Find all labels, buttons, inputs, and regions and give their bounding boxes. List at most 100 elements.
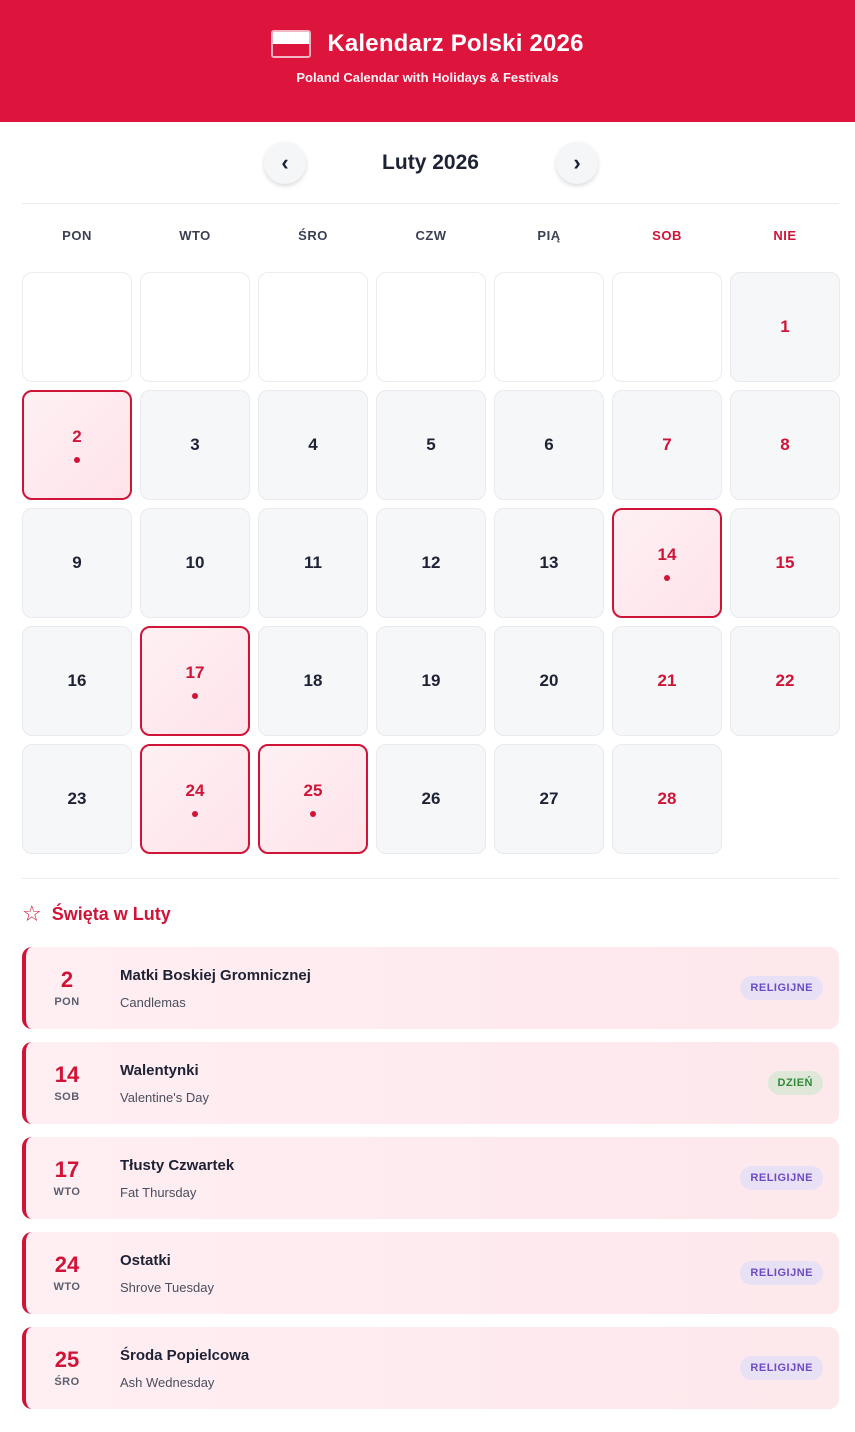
day-cell[interactable]: 9 [22, 508, 132, 618]
holiday-name: Walentynki [120, 1061, 199, 1079]
day-number: 19 [421, 671, 441, 690]
day-cell[interactable]: 7 [612, 390, 722, 500]
day-cell[interactable]: 8 [730, 390, 840, 500]
holiday-category-badge: RELIGIJNE [740, 1261, 823, 1285]
weekday-label: CZW [415, 227, 447, 243]
day-cell[interactable]: 17 [140, 626, 250, 736]
holiday-name: Tłusty Czwartek [120, 1156, 235, 1174]
holiday-category-badge: RELIGIJNE [740, 1356, 823, 1380]
holiday-text: Tłusty Czwartek Fat Thursday [96, 1157, 740, 1200]
holiday-dot-icon [664, 575, 670, 581]
holiday-list-item[interactable]: 17 WTO Tłusty Czwartek Fat Thursday RELIGIJN… [22, 1137, 839, 1219]
day-number: 8 [780, 435, 790, 454]
star-icon: ☆ [22, 901, 42, 926]
day-cell[interactable]: 15 [730, 508, 840, 618]
day-cell[interactable]: 19 [376, 626, 486, 736]
holiday-weekday: WTO [53, 1280, 81, 1293]
day-cell[interactable]: 1 [730, 272, 840, 382]
holiday-list-item[interactable]: 24 WTO Ostatki Shrove Tuesday RELIGIJNE [22, 1232, 839, 1314]
weekday-label: SOB [652, 227, 682, 243]
holiday-list: 2 PON Matki Boskiej Gromnicznej Candlemas RE… [22, 947, 839, 1409]
day-number: 14 [657, 545, 677, 564]
weekday-label: PIĄ [537, 227, 561, 243]
day-cell[interactable]: 26 [376, 744, 486, 854]
holiday-list-item[interactable]: 14 SOB Walentynki Valentine's Day DZIEŃ [22, 1042, 839, 1124]
holiday-dot-icon [74, 457, 80, 463]
holiday-day: 25 [54, 1346, 80, 1372]
day-cell[interactable]: 18 [258, 626, 368, 736]
day-cell[interactable]: 21 [612, 626, 722, 736]
day-cell [612, 272, 722, 382]
holiday-list-item[interactable]: 25 ŚRO Środa Popielcowa Ash Wednesday RELIGI… [22, 1327, 839, 1409]
day-number: 17 [185, 663, 205, 682]
day-cell[interactable]: 11 [258, 508, 368, 618]
next-month-button[interactable]: › [556, 142, 598, 184]
day-number: 13 [539, 553, 559, 572]
holiday-day: 17 [54, 1156, 80, 1182]
chevron-right-icon: › [573, 150, 581, 175]
day-cell[interactable]: 12 [376, 508, 486, 618]
day-cell[interactable]: 28 [612, 744, 722, 854]
day-cell [22, 272, 132, 382]
prev-month-button[interactable]: ‹ [264, 142, 306, 184]
weekday-label: PON [62, 227, 92, 243]
holiday-dot-icon [192, 693, 198, 699]
holiday-text: Walentynki Valentine's Day [96, 1062, 768, 1105]
holiday-text: Ostatki Shrove Tuesday [96, 1252, 740, 1295]
chevron-left-icon: ‹ [281, 150, 289, 175]
holiday-list-item[interactable]: 2 PON Matki Boskiej Gromnicznej Candlemas RE… [22, 947, 839, 1029]
day-cell[interactable]: 13 [494, 508, 604, 618]
day-cell[interactable]: 4 [258, 390, 368, 500]
day-cell[interactable]: 5 [376, 390, 486, 500]
holidays-section-header: ☆ Święta w Luty [22, 879, 839, 947]
weekday-label: NIE [773, 227, 797, 243]
holiday-name: Środa Popielcowa [120, 1346, 250, 1364]
holidays-section-title: Święta w Luty [51, 903, 171, 924]
day-number: 18 [303, 671, 323, 690]
holiday-date: 14 SOB [38, 1063, 96, 1103]
calendar-card: ‹ Luty 2026 › PON WTO ŚRO CZW PIĄ SOB NI… [0, 122, 855, 1409]
holiday-english-name: Shrove Tuesday [120, 1279, 214, 1295]
day-cell[interactable]: 10 [140, 508, 250, 618]
holiday-weekday: PON [54, 995, 80, 1008]
day-cell[interactable]: 25 [258, 744, 368, 854]
month-navigation: ‹ Luty 2026 › [22, 122, 839, 204]
day-number: 15 [775, 553, 795, 572]
holiday-english-name: Valentine's Day [120, 1089, 209, 1105]
day-cell[interactable]: 3 [140, 390, 250, 500]
holiday-name: Matki Boskiej Gromnicznej [120, 966, 311, 984]
app-subtitle: Poland Calendar with Holidays & Festival… [296, 70, 559, 85]
weekday-label: WTO [179, 227, 211, 243]
day-cell[interactable]: 14 [612, 508, 722, 618]
day-cell[interactable]: 24 [140, 744, 250, 854]
app-header: Kalendarz Polski 2026 Poland Calendar wi… [0, 0, 855, 122]
day-cell[interactable]: 27 [494, 744, 604, 854]
month-title: Luty 2026 [382, 150, 479, 174]
day-cell[interactable]: 2 [22, 390, 132, 500]
title-row: Kalendarz Polski 2026 [0, 30, 855, 58]
day-cell [376, 272, 486, 382]
day-cell [494, 272, 604, 382]
day-cell[interactable]: 6 [494, 390, 604, 500]
holiday-weekday: SOB [54, 1090, 80, 1103]
day-grid: 1 2 3 4 5 6 7 8 9 10 11 12 13 14 15 16 17 18 19 20 21 22 23 24 2… [22, 272, 840, 879]
holiday-english-name: Ash Wednesday [120, 1374, 215, 1390]
day-number: 21 [657, 671, 677, 690]
day-number: 10 [185, 553, 205, 572]
holiday-weekday: ŚRO [54, 1375, 80, 1388]
day-cell[interactable]: 16 [22, 626, 132, 736]
holiday-name: Ostatki [120, 1251, 171, 1269]
day-number: 25 [303, 781, 323, 800]
holiday-date: 2 PON [38, 966, 96, 1008]
poland-flag-icon [271, 30, 312, 58]
holiday-day: 2 [60, 966, 74, 992]
holiday-category-badge: RELIGIJNE [740, 1166, 823, 1190]
holiday-category-badge: RELIGIJNE [740, 976, 823, 1000]
day-cell[interactable]: 23 [22, 744, 132, 854]
day-number: 16 [67, 671, 87, 690]
day-cell[interactable]: 22 [730, 626, 840, 736]
day-number: 27 [539, 789, 559, 808]
day-number: 4 [308, 435, 318, 454]
day-cell[interactable]: 20 [494, 626, 604, 736]
day-number: 20 [539, 671, 559, 690]
